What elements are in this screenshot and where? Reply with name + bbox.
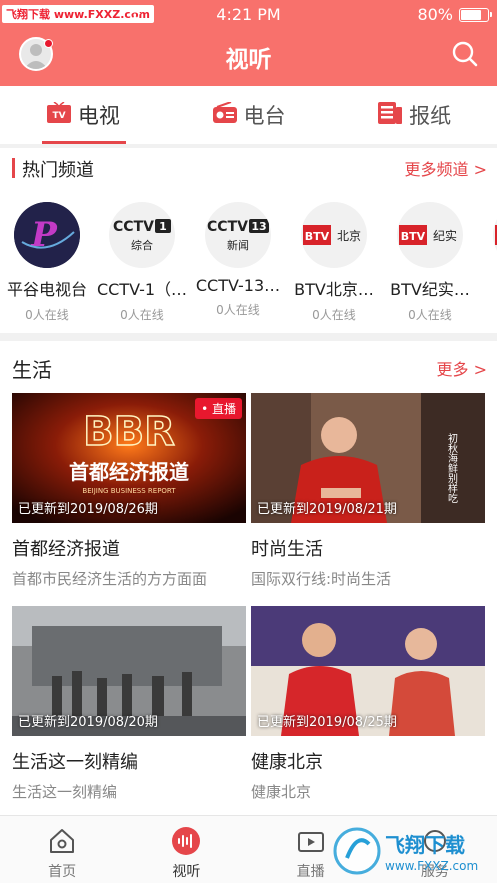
battery-percent: 80%	[417, 5, 453, 24]
radio-icon	[212, 100, 238, 129]
channel-online-count: 0人在线	[216, 303, 260, 317]
svg-text:BBR: BBR	[83, 409, 175, 455]
divider	[0, 333, 497, 341]
update-label: 已更新到2019/08/26期	[18, 502, 158, 517]
svg-text:CCTV: CCTV	[113, 219, 154, 235]
program-subtitle: 健康北京	[251, 783, 312, 801]
site-watermark: 飞翔下载 www.FXXZ.com	[333, 822, 493, 880]
channel-online-count: 0人在线	[408, 308, 452, 322]
channel-online-count: 0人在线	[120, 308, 164, 322]
more-channels-link[interactable]: 更多频道 >	[405, 156, 488, 180]
audio-wave-icon	[172, 827, 201, 855]
channel-name: BTV纪实…	[390, 280, 470, 299]
tab-tv[interactable]: TV 电视	[0, 86, 166, 144]
life-more-link[interactable]: 更多 >	[437, 356, 488, 380]
nav-home[interactable]: 首页	[0, 816, 124, 883]
nav-home-label: 首页	[48, 864, 77, 880]
program-title[interactable]: 健康北京	[251, 748, 485, 774]
update-label: 已更新到2019/08/25期	[257, 715, 397, 730]
svg-text:CCTV: CCTV	[207, 219, 248, 235]
hot-channels-header: 热门频道 更多频道 >	[0, 148, 497, 188]
program-thumbnail[interactable]: 已更新到2019/08/20期	[12, 606, 246, 736]
channel-name: BTV北京…	[294, 280, 374, 299]
program-subtitle: 国际双行线:时尚生活	[251, 570, 392, 588]
tab-radio-label: 电台	[243, 104, 286, 128]
program-card[interactable]: BBR 首都经济报道 BEIJING BUSINESS REPORT • 直播 …	[12, 393, 246, 589]
tv-icon: TV	[46, 100, 72, 129]
life-section-title: 生活	[12, 358, 52, 382]
svg-text:新闻: 新闻	[227, 238, 249, 252]
tab-newspaper-label: 报纸	[409, 104, 452, 128]
program-thumbnail[interactable]: 已更新到2019/08/25期	[251, 606, 485, 736]
svg-text:BTV: BTV	[305, 230, 330, 243]
nav-audiovisual-label: 视听	[172, 864, 201, 880]
svg-text:飞翔下载: 飞翔下载	[385, 833, 465, 857]
update-label: 已更新到2019/08/21期	[257, 502, 397, 517]
svg-text:北京: 北京	[337, 229, 361, 243]
pinggu-logo: P	[14, 202, 80, 268]
program-title[interactable]: 时尚生活	[251, 535, 485, 561]
program-subtitle: 首都市民经济生活的方方面面	[12, 570, 208, 588]
live-video-icon	[297, 832, 324, 852]
tab-tv-label: 电视	[77, 104, 120, 128]
channel-online-count: 0人在线	[312, 308, 356, 322]
live-badge: • 直播	[195, 398, 242, 419]
svg-text:TV: TV	[52, 111, 65, 121]
media-tabs: TV 电视 电台 报纸	[0, 86, 497, 144]
channel-name: CCTV-13…	[195, 276, 281, 295]
svg-text:13: 13	[251, 220, 266, 233]
program-thumbnail[interactable]: 初秋海鲜别样吃 已更新到2019/08/21期	[251, 393, 485, 523]
program-thumbnail[interactable]: BBR 首都经济报道 BEIJING BUSINESS REPORT • 直播 …	[12, 393, 246, 523]
channel-item[interactable]: BTV 纪实 BTV纪实… 0人在线	[380, 200, 480, 323]
search-icon[interactable]	[451, 40, 479, 68]
channel-item[interactable]: CCTV 1 综合 CCTV-1（… 0人在线	[92, 200, 192, 323]
channel-item[interactable]: B	[476, 200, 497, 295]
page-title: 视听	[225, 47, 272, 73]
channel-item[interactable]: CCTV 13 新闻 CCTV-13… 0人在线	[188, 200, 288, 318]
channel-online-count: 0人在线	[25, 308, 69, 322]
update-label: 已更新到2019/08/20期	[18, 715, 158, 730]
program-title[interactable]: 生活这一刻精编	[12, 748, 246, 774]
channel-item[interactable]: P 平谷电视台 0人在线	[0, 200, 97, 323]
svg-text:BEIJING BUSINESS REPORT: BEIJING BUSINESS REPORT	[82, 487, 176, 495]
cctv13-logo: CCTV 13 新闻	[205, 202, 271, 268]
svg-text:纪实: 纪实	[433, 228, 457, 243]
svg-text:综合: 综合	[131, 238, 153, 252]
svg-text:BTV: BTV	[401, 230, 426, 243]
battery-icon	[459, 8, 492, 22]
svg-text:初秋海鲜别样吃: 初秋海鲜别样吃	[446, 432, 458, 503]
channel-name: CCTV-1（…	[96, 280, 188, 299]
btv-jishi-logo: BTV 纪实	[397, 202, 463, 268]
status-bar: 飞翔下载 www.FXXZ.com 4:21 PM 80%	[0, 0, 497, 30]
channel-item[interactable]: BTV 北京 BTV北京… 0人在线	[284, 200, 384, 323]
btv-beijing-logo: BTV 北京	[301, 202, 367, 268]
section-accent-bar	[12, 158, 15, 178]
newspaper-icon	[377, 101, 403, 130]
app-header: 飞翔下载 www.FXXZ.com 4:21 PM 80% 视听	[0, 0, 497, 86]
channel-carousel[interactable]: P 平谷电视台 0人在线 CCTV 1 综合 CCTV-1（… 0人在线 CCT…	[0, 200, 497, 330]
program-subtitle: 生活这一刻精编	[12, 783, 118, 801]
hot-channels-title: 热门频道	[22, 160, 94, 181]
channel-name: B	[476, 276, 497, 295]
home-icon	[50, 829, 75, 853]
partial-logo	[493, 202, 497, 268]
cctv1-logo: CCTV 1 综合	[109, 202, 175, 268]
svg-text:首都经济报道: 首都经济报道	[69, 460, 189, 484]
program-title[interactable]: 首都经济报道	[12, 535, 246, 561]
svg-text:P: P	[30, 215, 58, 255]
nav-audiovisual[interactable]: 视听	[124, 816, 248, 883]
program-card[interactable]: 初秋海鲜别样吃 已更新到2019/08/21期 时尚生活 国际双行线:时尚生活	[251, 393, 485, 589]
program-card[interactable]: 已更新到2019/08/20期 生活这一刻精编 生活这一刻精编	[12, 606, 246, 802]
tab-radio[interactable]: 电台	[166, 86, 332, 144]
svg-text:1: 1	[159, 220, 167, 233]
svg-text:www.FXXZ.com: www.FXXZ.com	[385, 859, 478, 873]
channel-name: 平谷电视台	[6, 280, 87, 299]
program-card[interactable]: 已更新到2019/08/25期 健康北京 健康北京	[251, 606, 485, 802]
tab-newspaper[interactable]: 报纸	[331, 86, 497, 144]
